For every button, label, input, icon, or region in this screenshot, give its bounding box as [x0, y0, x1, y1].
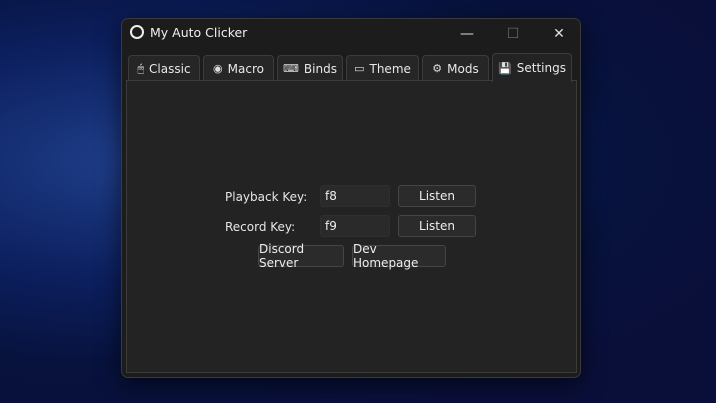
keyboard-icon: ⌨: [283, 62, 299, 75]
app-logo-icon: [130, 25, 144, 39]
minimize-button[interactable]: —: [444, 19, 490, 49]
tab-settings[interactable]: 💾 Settings: [492, 53, 572, 82]
save-icon: 💾: [498, 61, 512, 75]
playback-key-input[interactable]: f8: [320, 185, 390, 207]
laptop-icon: ▭: [354, 62, 365, 75]
tab-label: Classic: [149, 61, 191, 76]
tab-label: Theme: [369, 61, 411, 76]
record-icon: ◉: [213, 62, 223, 75]
mouse-icon: 🖱: [137, 61, 145, 75]
dev-homepage-button[interactable]: Dev Homepage: [352, 242, 446, 270]
tab-label: Macro: [227, 61, 264, 76]
maximize-button[interactable]: ☐: [490, 19, 536, 49]
tab-label: Binds: [303, 61, 337, 76]
file-gear-icon: ⚙: [432, 62, 443, 75]
settings-panel: Playback Key: f8 Listen Record Key: f9 L…: [126, 80, 577, 373]
record-key-input[interactable]: f9: [320, 215, 390, 237]
tab-label: Mods: [447, 61, 479, 76]
tab-binds[interactable]: ⌨ Binds: [277, 55, 343, 81]
discord-server-button[interactable]: Discord Server: [258, 242, 344, 270]
tab-label: Settings: [516, 61, 566, 75]
window-title: My Auto Clicker: [150, 25, 248, 40]
tab-mods[interactable]: ⚙ Mods: [422, 55, 489, 81]
close-button[interactable]: ✕: [536, 19, 582, 49]
playback-listen-button[interactable]: Listen: [398, 185, 476, 207]
record-key-label: Record Key:: [225, 220, 296, 234]
record-listen-button[interactable]: Listen: [398, 215, 476, 237]
app-window: My Auto Clicker — ☐ ✕ 🖱 Classic ◉ Macro ⌨ B…: [121, 18, 581, 378]
tab-macro[interactable]: ◉ Macro: [203, 55, 274, 81]
tab-classic[interactable]: 🖱 Classic: [128, 55, 200, 81]
playback-key-label: Playback Key:: [225, 190, 308, 204]
tab-theme[interactable]: ▭ Theme: [346, 55, 419, 81]
